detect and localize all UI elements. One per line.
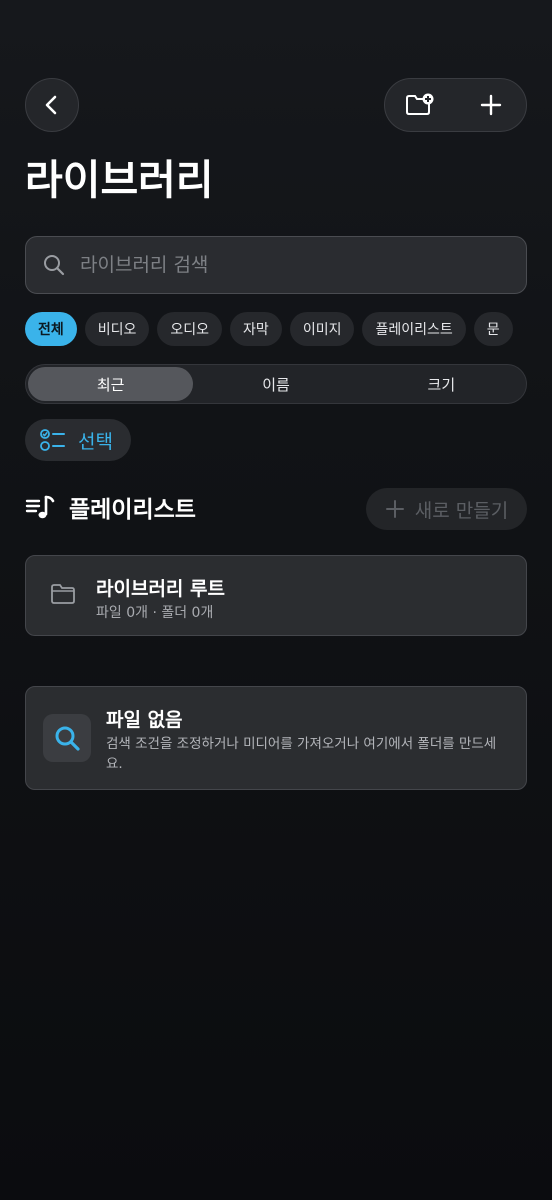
chip-all[interactable]: 전체 [25, 312, 77, 346]
empty-state-card: 파일 없음 검색 조건을 조정하거나 미디어를 가져오거나 여기에서 폴더를 만… [25, 686, 527, 790]
page-title: 라이브러리 [25, 156, 214, 204]
folder-meta: 파일 0개 · 폴더 0개 [96, 605, 214, 621]
select-label: 선택 [78, 430, 113, 453]
folder-plus-icon [406, 93, 434, 115]
folder-name: 라이브러리 루트 [96, 578, 225, 600]
search-icon [44, 255, 65, 276]
empty-state-title: 파일 없음 [106, 709, 183, 731]
empty-state-icon-box [43, 714, 91, 762]
new-folder-button[interactable] [393, 78, 447, 132]
sort-segmented-control: 최근 이름 크기 [25, 364, 527, 404]
playlist-section-header: 플레이리스트 [25, 490, 196, 524]
chip-video[interactable]: 비디오 [84, 312, 150, 346]
folder-card-library-root[interactable]: 라이브러리 루트 파일 0개 · 폴더 0개 [25, 555, 527, 636]
chip-playlist[interactable]: 플레이리스트 [362, 312, 466, 346]
chevron-left-icon [45, 95, 57, 115]
search-input[interactable] [78, 253, 482, 277]
search-bar[interactable] [25, 236, 527, 294]
playlist-section-title: 플레이리스트 [69, 497, 196, 523]
new-playlist-label: 새로 만들기 [414, 499, 509, 522]
select-button[interactable]: 선택 [25, 419, 131, 461]
folder-icon [51, 584, 75, 604]
sort-size[interactable]: 크기 [359, 367, 524, 401]
chip-audio[interactable]: 오디오 [157, 312, 223, 346]
plus-icon [480, 94, 501, 116]
chip-document[interactable]: 문 [473, 312, 513, 346]
chip-image[interactable]: 이미지 [289, 312, 355, 346]
chip-subtitle[interactable]: 자막 [230, 312, 282, 346]
playlist-music-icon [25, 495, 55, 519]
sort-recent[interactable]: 최근 [28, 367, 194, 401]
add-button[interactable] [464, 78, 518, 132]
sort-name[interactable]: 이름 [193, 367, 358, 401]
empty-state-description: 검색 조건을 조정하거나 미디어를 가져오거나 여기에서 폴더를 만드세요. [106, 736, 497, 772]
back-button[interactable] [25, 78, 79, 132]
top-actions [384, 78, 527, 132]
search-icon [55, 726, 80, 751]
new-playlist-button[interactable]: 새로 만들기 [366, 488, 527, 530]
plus-icon [385, 500, 404, 518]
checklist-icon [40, 429, 65, 451]
filter-chips: 전체 비디오 오디오 자막 이미지 플레이리스트 문 [25, 312, 527, 348]
